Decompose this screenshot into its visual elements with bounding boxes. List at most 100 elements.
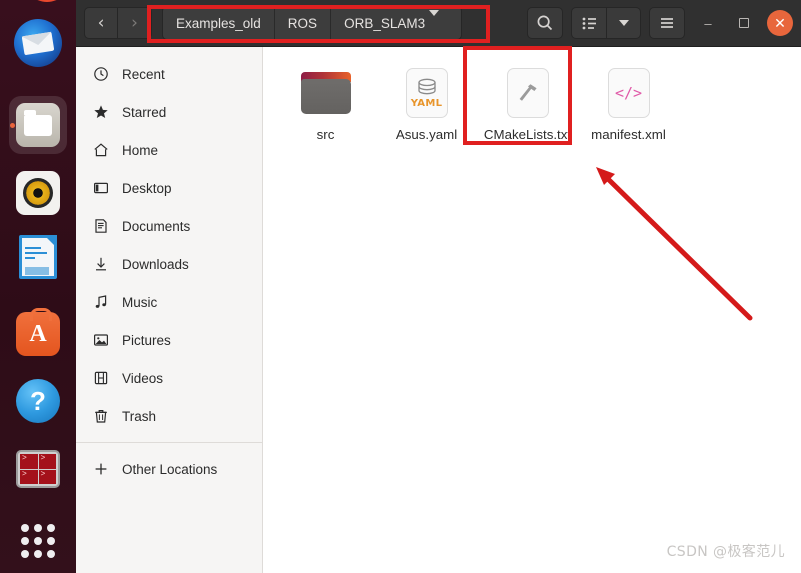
csdn-watermark: CSDN @极客范儿 — [666, 544, 785, 560]
minimize-button[interactable]: – — [695, 10, 721, 36]
close-button[interactable]: ✕ — [767, 10, 793, 36]
close-icon: ✕ — [774, 14, 786, 31]
file-grid: src YAML Asus.yaml CMakeLists.txt </> ma… — [275, 63, 801, 143]
breadcrumb-dropdown-button[interactable] — [425, 9, 448, 31]
sidebar-item-downloads[interactable]: Downloads — [76, 245, 262, 283]
breadcrumb-item-ros[interactable]: ROS — [274, 7, 332, 39]
breadcrumb-item-examples-old[interactable]: Examples_old — [163, 7, 275, 39]
file-item-cmakelists-txt[interactable]: CMakeLists.txt — [477, 63, 578, 143]
file-item-src[interactable]: src — [275, 63, 376, 143]
running-indicator-dot — [10, 123, 15, 128]
film-icon — [92, 370, 109, 387]
list-view-button[interactable] — [571, 7, 607, 39]
dock-item-help[interactable]: ? — [9, 372, 67, 430]
navigation-buttons: ‹ › — [84, 7, 152, 39]
dock-item-libreoffice-writer[interactable] — [9, 228, 67, 286]
sidebar-item-desktop[interactable]: Desktop — [76, 169, 262, 207]
window-body: Recent Starred Home Desktop Documents Do… — [76, 47, 801, 573]
back-button[interactable]: ‹ — [84, 7, 118, 39]
file-label: src — [316, 127, 335, 142]
sidebar-item-pictures[interactable]: Pictures — [76, 321, 262, 359]
forward-button[interactable]: › — [118, 7, 152, 39]
xml-code-icon: </> — [603, 67, 655, 119]
sidebar-item-label: Home — [122, 142, 159, 158]
sidebar-divider — [76, 442, 262, 443]
thunderbird-icon — [14, 19, 62, 67]
clock-icon — [92, 66, 109, 83]
file-label: Asus.yaml — [395, 127, 458, 142]
search-icon — [537, 15, 553, 31]
main-menu-button[interactable] — [649, 7, 685, 39]
sidebar-item-label: Trash — [122, 408, 157, 424]
help-icon: ? — [16, 379, 60, 423]
app-grid-icon — [21, 524, 55, 558]
files-window: ‹ › Examples_old ROS ORB_SLAM3 – ✕ Recen… — [76, 0, 801, 573]
file-item-asus-yaml[interactable]: YAML Asus.yaml — [376, 63, 477, 143]
dock-item-thunderbird[interactable] — [9, 14, 67, 72]
sidebar-item-label: Starred — [122, 104, 167, 120]
sidebar-item-home[interactable]: Home — [76, 131, 262, 169]
terminator-icon — [16, 450, 60, 488]
sidebar-item-other-locations[interactable]: Other Locations — [76, 450, 262, 488]
rhythmbox-icon — [16, 171, 60, 215]
code-badge-label: </> — [614, 84, 643, 102]
sidebar-item-label: Pictures — [122, 332, 171, 348]
breadcrumb-label: Examples_old — [176, 15, 261, 31]
minimize-icon: – — [704, 15, 712, 31]
ubuntu-software-icon: A — [16, 308, 60, 356]
view-options-dropdown-button[interactable] — [607, 7, 641, 39]
file-label: CMakeLists.txt — [483, 127, 572, 142]
view-mode-group — [571, 7, 641, 39]
home-icon — [92, 142, 109, 159]
sidebar-item-label: Downloads — [122, 256, 189, 272]
yaml-badge-label: YAML — [410, 97, 443, 109]
sidebar-item-label: Desktop — [122, 180, 172, 196]
download-icon — [92, 256, 109, 273]
list-view-icon — [582, 17, 596, 29]
dock-item-ubuntu-software[interactable]: A — [9, 305, 67, 363]
sidebar-item-label: Videos — [122, 370, 164, 386]
chevron-down-icon — [429, 9, 440, 31]
chevron-right-icon: › — [131, 13, 138, 33]
chevron-down-icon — [618, 20, 629, 26]
sidebar-item-starred[interactable]: Starred — [76, 93, 262, 131]
breadcrumb-item-orb-slam3[interactable]: ORB_SLAM3 — [331, 7, 462, 39]
headerbar-right-controls: – ✕ — [519, 7, 801, 39]
file-item-manifest-xml[interactable]: </> manifest.xml — [578, 63, 679, 143]
document-icon — [92, 218, 109, 235]
sidebar-item-music[interactable]: Music — [76, 283, 262, 321]
file-label: manifest.xml — [591, 127, 666, 142]
screen: A ? ‹ › — [0, 0, 801, 573]
hamburger-menu-icon — [661, 18, 673, 28]
dock-item-files[interactable] — [9, 96, 67, 154]
star-icon — [92, 104, 109, 121]
breadcrumb: Examples_old ROS ORB_SLAM3 — [162, 6, 463, 40]
maximize-button[interactable] — [731, 10, 757, 36]
sidebar-item-label: Documents — [122, 218, 191, 234]
show-applications-button[interactable] — [9, 512, 67, 570]
chevron-left-icon: ‹ — [97, 13, 105, 33]
sidebar-item-trash[interactable]: Trash — [76, 397, 262, 435]
dock-item-rhythmbox[interactable] — [9, 164, 67, 222]
folder-icon — [300, 67, 352, 119]
breadcrumb-label: ROS — [287, 15, 318, 31]
ubuntu-dock: A ? — [0, 0, 76, 573]
sidebar-item-documents[interactable]: Documents — [76, 207, 262, 245]
build-hammer-icon — [502, 67, 554, 119]
libreoffice-writer-icon — [19, 235, 57, 279]
search-button[interactable] — [527, 7, 563, 39]
maximize-icon — [739, 18, 749, 28]
music-note-icon — [92, 294, 109, 311]
desktop-icon — [92, 180, 109, 197]
sidebar-item-videos[interactable]: Videos — [76, 359, 262, 397]
sidebar-item-recent[interactable]: Recent — [76, 55, 262, 93]
sidebar-item-label: Music — [122, 294, 158, 310]
firefox-icon — [23, 0, 71, 2]
yaml-file-icon: YAML — [401, 67, 453, 119]
breadcrumb-label: ORB_SLAM3 — [344, 15, 426, 31]
file-browser-content[interactable]: src YAML Asus.yaml CMakeLists.txt </> ma… — [263, 47, 801, 573]
places-sidebar: Recent Starred Home Desktop Documents Do… — [76, 47, 263, 573]
dock-item-terminator[interactable] — [9, 440, 67, 498]
files-icon — [16, 103, 60, 147]
sidebar-item-label: Recent — [122, 66, 165, 82]
